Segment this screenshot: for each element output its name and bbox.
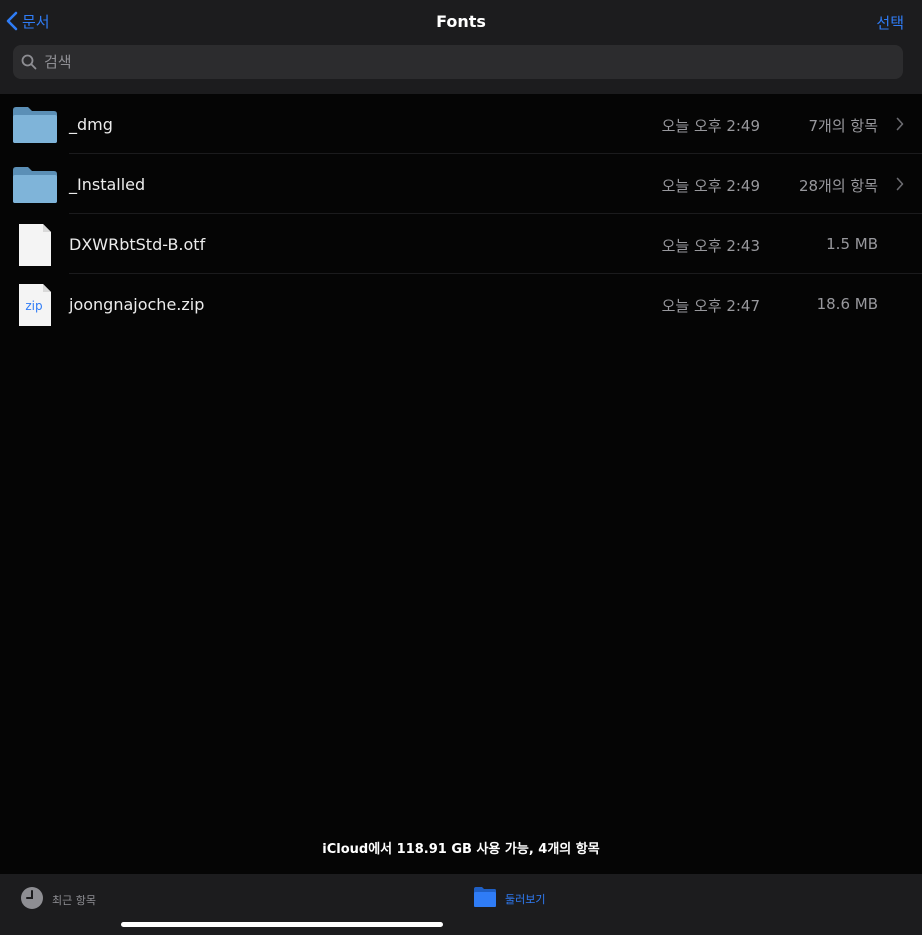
tab-browse-label: 둘러보기 <box>505 893 546 906</box>
folder-icon <box>12 102 58 148</box>
file-name: DXWRbtStd-B.otf <box>69 235 206 254</box>
list-item-folder-installed[interactable]: _Installed 오늘 오후 2:49 28개의 항목 <box>0 154 922 214</box>
file-item-count: 7개의 항목 <box>808 117 878 135</box>
file-size: 18.6 MB <box>816 295 878 313</box>
list-item-file-otf[interactable]: DXWRbtStd-B.otf 오늘 오후 2:43 1.5 MB <box>0 214 922 274</box>
file-date: 오늘 오후 2:49 <box>661 177 760 195</box>
tab-browse[interactable]: 둘러보기 <box>473 886 545 912</box>
list-item-file-zip[interactable]: zip joongnajoche.zip 오늘 오후 2:47 18.6 MB <box>0 274 922 334</box>
list-item-folder-dmg[interactable]: _dmg 오늘 오후 2:49 7개의 항목 <box>0 94 922 154</box>
chevron-right-icon <box>896 117 904 131</box>
folder-icon <box>12 162 58 208</box>
search-bar[interactable] <box>13 45 903 79</box>
file-name: joongnajoche.zip <box>69 295 205 314</box>
zip-badge: zip <box>25 299 42 313</box>
tab-recents-label: 최근 항목 <box>52 894 96 907</box>
file-name: _dmg <box>69 115 113 134</box>
clock-icon <box>20 886 44 914</box>
storage-status: iCloud에서 118.91 GB 사용 가능, 4개의 항목 <box>322 842 600 857</box>
file-date: 오늘 오후 2:49 <box>661 117 760 135</box>
tab-recents[interactable]: 최근 항목 <box>20 886 96 914</box>
file-list: _dmg 오늘 오후 2:49 7개의 항목 _Installed 오늘 오후 … <box>0 94 922 334</box>
select-button[interactable]: 선택 <box>876 12 904 33</box>
file-date: 오늘 오후 2:43 <box>661 237 760 255</box>
document-icon <box>12 222 58 268</box>
home-indicator[interactable] <box>121 922 443 927</box>
search-input[interactable] <box>42 52 903 72</box>
file-date: 오늘 오후 2:47 <box>661 297 760 315</box>
page-title: Fonts <box>436 12 486 31</box>
file-size: 1.5 MB <box>826 235 878 253</box>
search-icon <box>21 54 37 70</box>
folder-icon <box>473 886 497 912</box>
file-name: _Installed <box>69 175 146 194</box>
chevron-right-icon <box>896 177 904 191</box>
navigation-bar: 문서 Fonts 선택 <box>0 0 922 94</box>
file-item-count: 28개의 항목 <box>798 177 878 195</box>
zip-file-icon: zip <box>12 282 58 328</box>
